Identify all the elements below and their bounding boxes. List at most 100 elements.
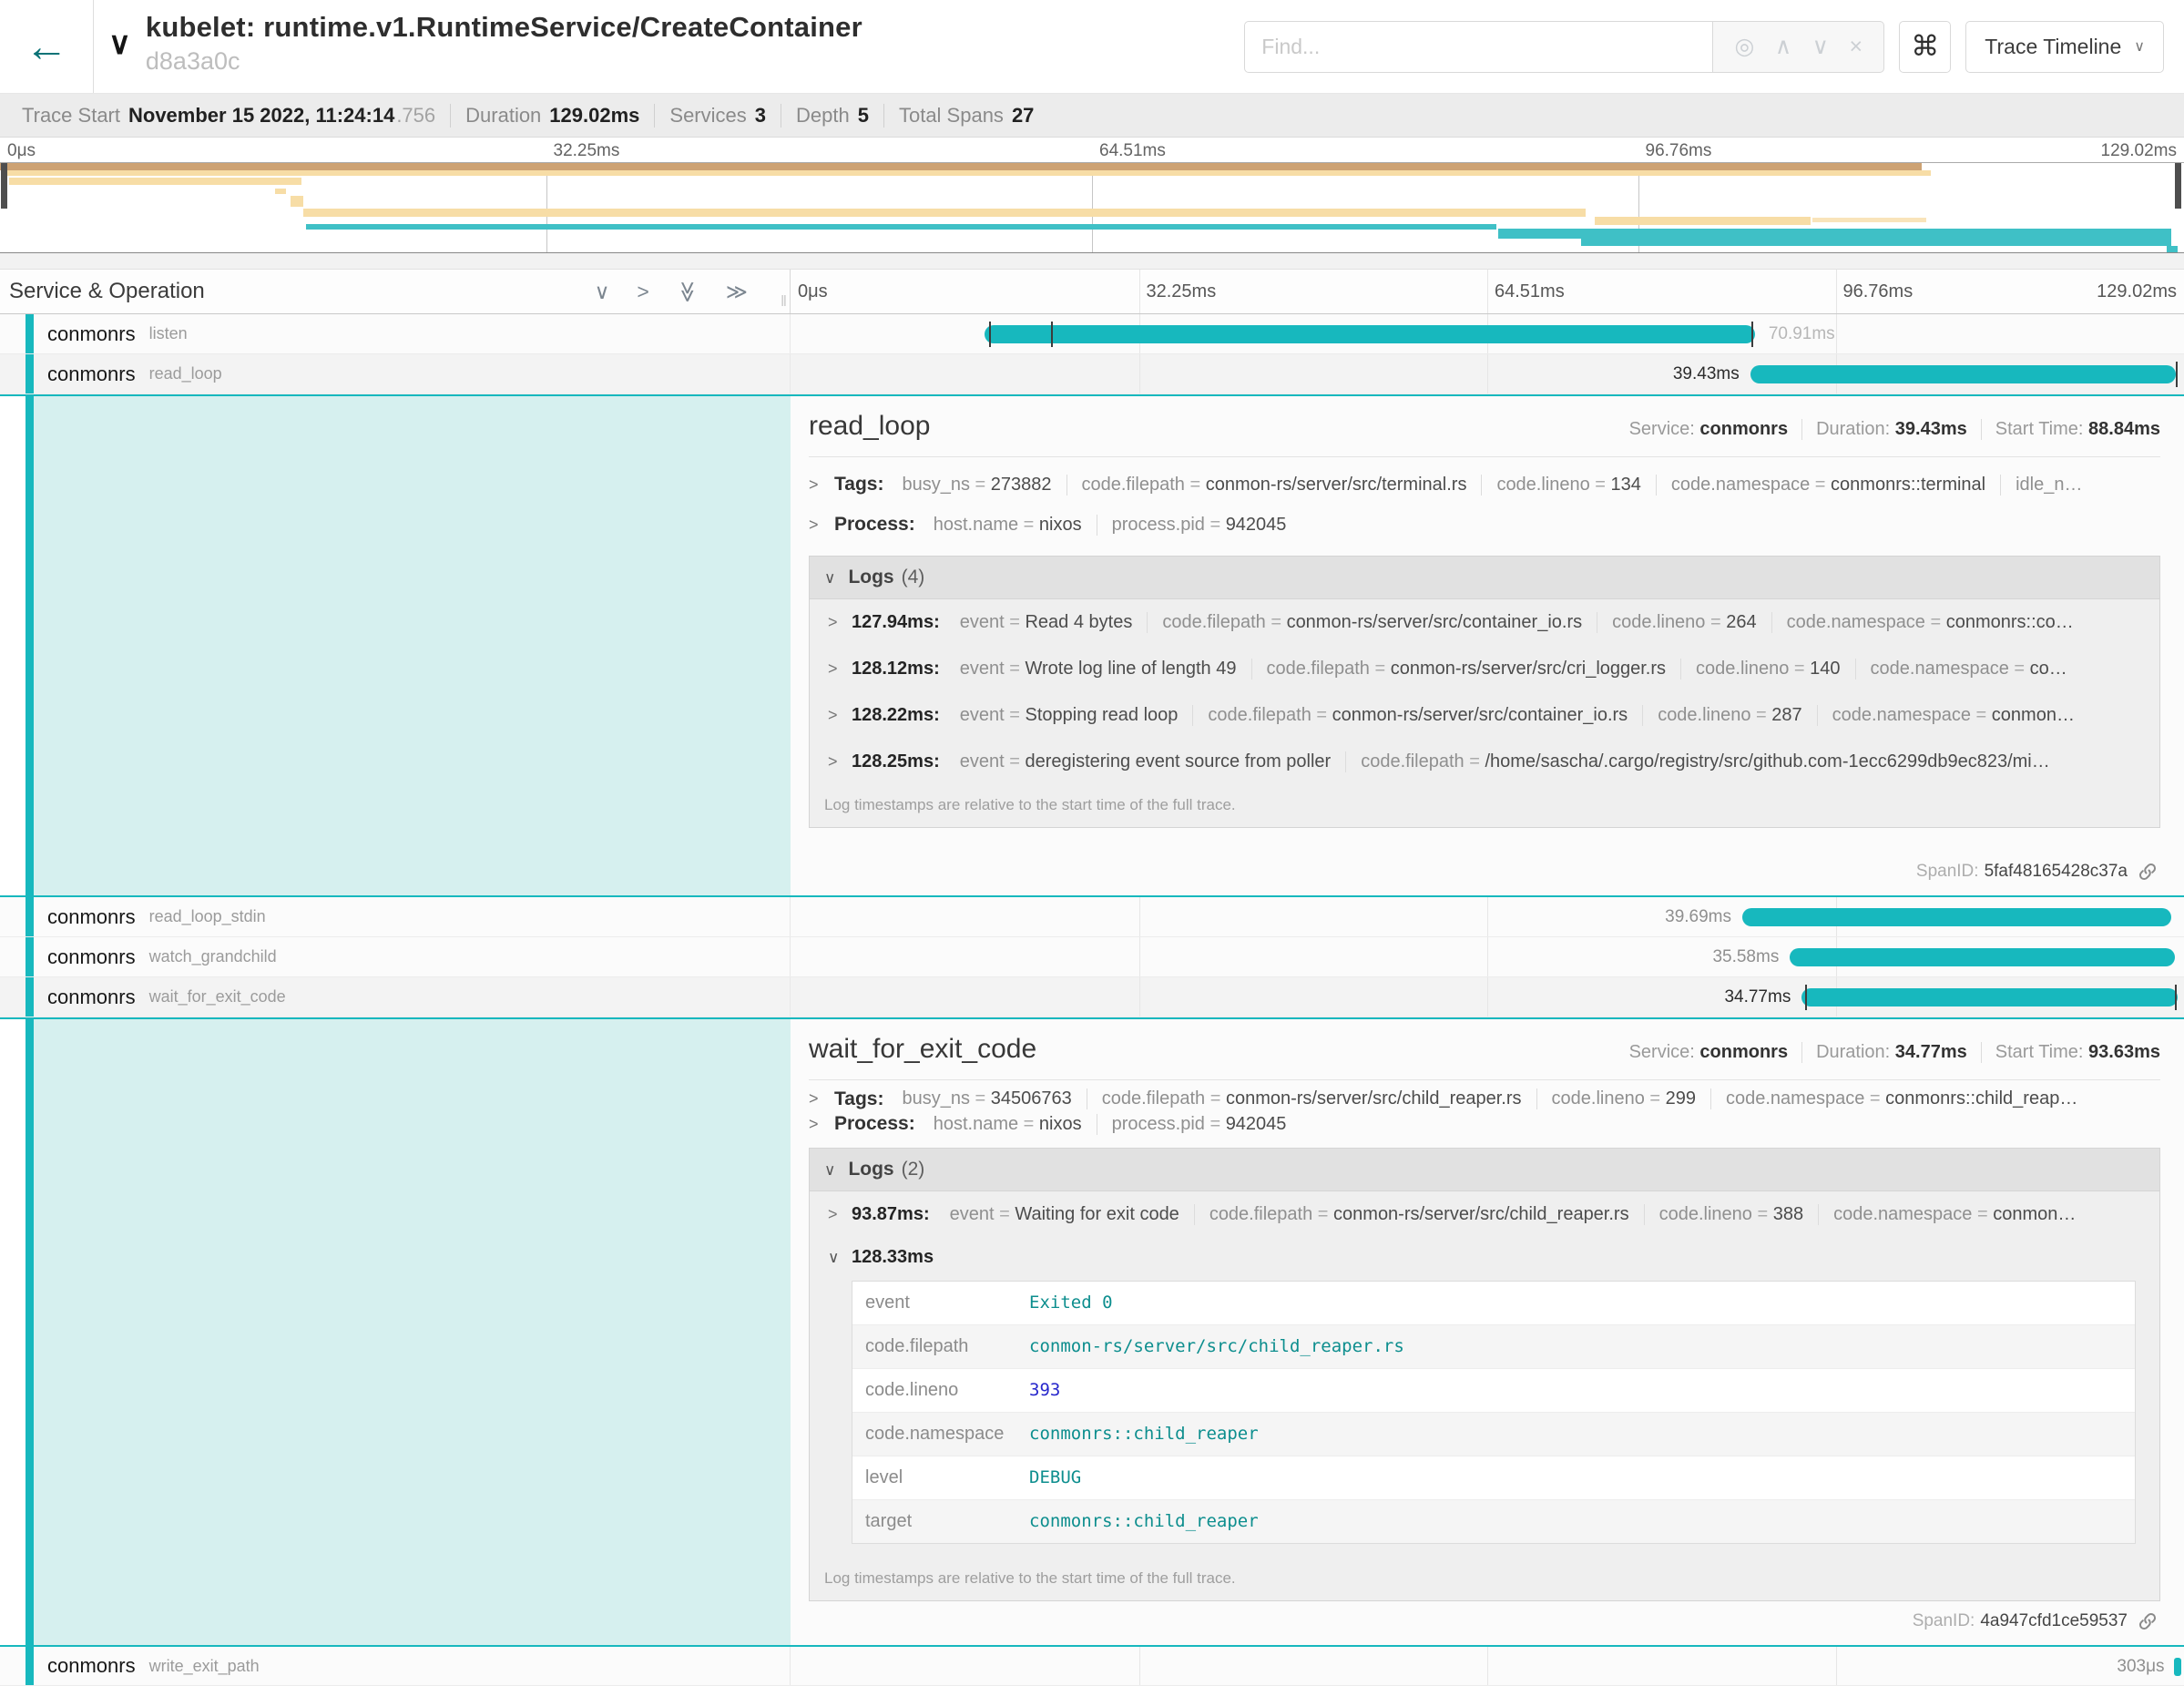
log-marker (2176, 362, 2178, 387)
ruler-tick-label: 64.51ms (1099, 141, 1166, 161)
span-bar[interactable] (1750, 365, 2176, 383)
trace-start: Trace Start November 15 2022, 11:24:14.7… (7, 104, 450, 128)
page-header: ← ∨ kubelet: runtime.v1.RuntimeService/C… (0, 0, 2184, 94)
span-row-wait-for-exit-code[interactable]: conmonrs wait_for_exit_code 34.77ms (0, 977, 2184, 1017)
span-bar[interactable] (2174, 1658, 2181, 1676)
span-bar[interactable] (1742, 908, 2171, 926)
logs-header-toggle[interactable]: Logs (2) (810, 1149, 2159, 1191)
span-bar[interactable] (1790, 948, 2174, 966)
minimap-span-bar (9, 178, 301, 185)
find-group: ◎ ∧ ∨ × (1244, 21, 1884, 73)
find-tools: ◎ ∧ ∨ × (1713, 21, 1884, 73)
ruler-tick-label: 0μs (798, 281, 828, 302)
tags-toggle[interactable]: Tags: busy_ns273882 code.filepathconmon-… (809, 465, 2160, 505)
chevron-right-icon (828, 659, 842, 680)
trace-minimap[interactable] (0, 162, 2184, 253)
service-operation-title: Service & Operation (9, 279, 205, 304)
span-row-listen[interactable]: conmonrs listen 70.91ms (0, 314, 2184, 354)
span-duration-label: 39.69ms (1665, 907, 1731, 927)
log-entry-toggle[interactable]: 128.33ms (821, 1247, 2148, 1268)
collapse-all-icon[interactable]: ≫ (675, 281, 699, 302)
log-marker (1051, 322, 1053, 347)
chevron-right-icon (809, 515, 823, 536)
span-operation-name: read_loop_stdin (149, 907, 266, 926)
span-id-value: 5faf48165428c37a (1985, 862, 2128, 882)
process-toggle[interactable]: Process: host.namenixos process.pid94204… (809, 1112, 2160, 1137)
expand-one-icon[interactable]: > (637, 280, 648, 304)
tag-truncated: idle_n… (2000, 475, 2097, 496)
log-entry[interactable]: 128.12ms: eventWrote log line of length … (810, 646, 2159, 692)
span-bar[interactable] (985, 325, 1755, 343)
log-entry[interactable]: 93.87ms: eventWaiting for exit code code… (810, 1191, 2159, 1238)
tag: code.lineno134 (1481, 475, 1655, 496)
collapse-one-icon[interactable]: ∨ (595, 280, 610, 304)
span-service-name: conmonrs (47, 905, 136, 929)
service-operation-header: Service & Operation ∨ > ≫ ≫ ‖ (0, 270, 791, 313)
title-chevron-down-icon[interactable]: ∨ (108, 26, 131, 62)
process-toggle[interactable]: Process: host.namenixos process.pid94204… (809, 505, 2160, 545)
tag: busy_ns273882 (887, 475, 1066, 496)
next-result-icon[interactable]: ∨ (1812, 33, 1829, 60)
log-fields-table: event Exited 0 code.filepath conmon-rs/s… (852, 1281, 2136, 1544)
service-color-bar (26, 396, 34, 895)
process-tag: host.namenixos (919, 1114, 1097, 1135)
detail-row-shade[interactable] (34, 1019, 791, 1645)
service-color-bar (26, 977, 34, 1017)
chevron-right-icon (809, 1114, 823, 1135)
span-duration-label: 34.77ms (1724, 987, 1791, 1007)
minimap-span-bar (2167, 246, 2178, 252)
process-tag: host.namenixos (919, 515, 1097, 536)
expand-all-icon[interactable]: ≫ (726, 280, 748, 304)
keyboard-shortcuts-button[interactable]: ⌘ (1899, 21, 1951, 73)
detail-row-shade[interactable] (34, 396, 791, 895)
span-id-row: SpanID: 5faf48165428c37a (809, 852, 2160, 886)
log-entry[interactable]: 128.22ms: eventStopping read loop code.f… (810, 692, 2159, 739)
minimap-span-bar (1498, 229, 2171, 239)
span-duration-label: 39.43ms (1673, 364, 1740, 384)
back-button[interactable]: ← (0, 0, 94, 93)
span-detail-panel: wait_for_exit_code Service: conmonrs Dur… (791, 1019, 2184, 1645)
clear-search-icon[interactable]: × (1849, 34, 1863, 60)
table-row: target conmonrs::child_reaper (852, 1499, 2135, 1543)
logs-section: Logs (2) 93.87ms: eventWaiting for exit … (809, 1148, 2160, 1601)
match-highlight-icon[interactable]: ◎ (1735, 33, 1755, 60)
logs-header-toggle[interactable]: Logs (4) (810, 557, 2159, 599)
detail-service: Service: conmonrs (1616, 1042, 1802, 1063)
span-row-write-exit-path[interactable]: conmonrs write_exit_path 303μs (0, 1647, 2184, 1686)
ruler-tick-label: 96.76ms (1843, 281, 1914, 302)
minimap-span-bar (5, 170, 1931, 176)
process-tag: process.pid942045 (1097, 1114, 1301, 1135)
copy-link-icon[interactable] (2137, 861, 2158, 883)
view-selector-button[interactable]: Trace Timeline ∨ (1965, 21, 2164, 73)
tag: busy_ns34506763 (887, 1088, 1086, 1109)
span-operation-name: write_exit_path (149, 1657, 260, 1676)
span-duration-label: 70.91ms (1769, 324, 1835, 344)
command-icon: ⌘ (1911, 30, 1939, 63)
log-marker (989, 322, 991, 347)
minimap-left-handle[interactable] (1, 163, 7, 209)
log-entry[interactable]: 128.25ms: eventderegistering event sourc… (810, 739, 2159, 785)
copy-link-icon[interactable] (2137, 1610, 2158, 1632)
detail-service: Service: conmonrs (1616, 419, 1802, 440)
find-input[interactable] (1244, 21, 1713, 73)
span-service-name: conmonrs (47, 986, 136, 1009)
tags-toggle[interactable]: Tags: busy_ns34506763 code.filepathconmo… (809, 1087, 2160, 1111)
minimap-gridline (1092, 163, 1093, 252)
column-resize-grip[interactable]: ‖ (781, 292, 787, 311)
span-duration-label: 35.58ms (1712, 947, 1779, 967)
minimap-right-handle[interactable] (2175, 163, 2181, 209)
ruler-tick-label: 129.02ms (2097, 281, 2177, 302)
span-row-watch-grandchild[interactable]: conmonrs watch_grandchild 35.58ms (0, 937, 2184, 977)
span-row-read-loop-stdin[interactable]: conmonrs read_loop_stdin 39.69ms (0, 897, 2184, 937)
span-bar[interactable] (1801, 988, 2177, 1006)
span-row-read-loop[interactable]: conmonrs read_loop 39.43ms (0, 354, 2184, 394)
span-id-row: SpanID: 4a947cfd1ce59537 (809, 1601, 2160, 1636)
divider (809, 456, 2160, 457)
prev-result-icon[interactable]: ∧ (1775, 33, 1791, 60)
tag: code.namespaceconmonrs::terminal (1656, 475, 2000, 496)
chevron-down-icon (824, 567, 835, 588)
span-detail-panel: read_loop Service: conmonrs Duration: 39… (791, 396, 2184, 895)
log-entry[interactable]: 127.94ms: eventRead 4 bytes code.filepat… (810, 599, 2159, 646)
process-tag: process.pid942045 (1097, 515, 1301, 536)
detail-start-time: Start Time: 93.63ms (1981, 1042, 2160, 1063)
